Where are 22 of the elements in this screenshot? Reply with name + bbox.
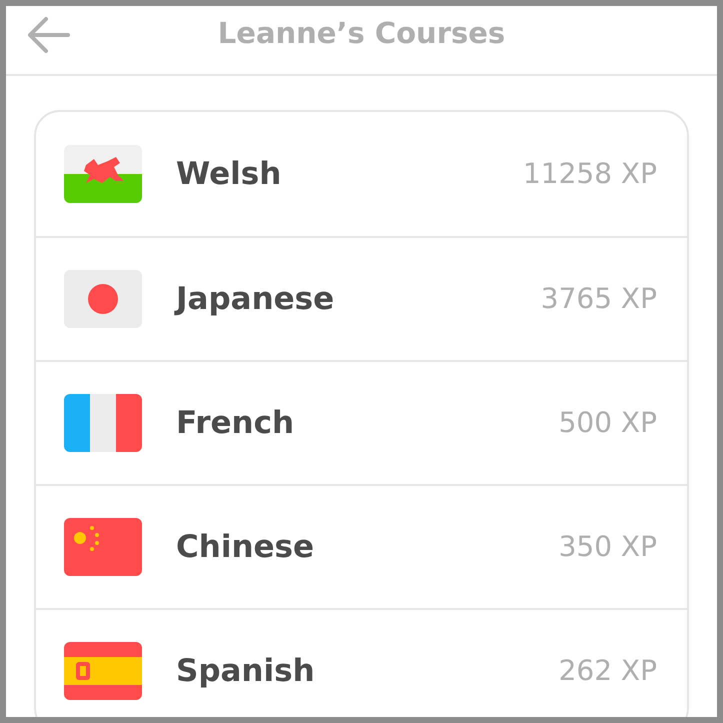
course-name: Spanish <box>176 652 316 691</box>
course-row[interactable]: Japanese 3765 XP <box>36 236 687 360</box>
course-name: French <box>176 404 296 443</box>
xp-count: 262 XP <box>558 653 658 689</box>
course-row[interactable]: Chinese 350 XP <box>36 484 687 608</box>
course-name: Japanese <box>176 280 336 319</box>
course-row[interactable]: French 500 XP <box>36 360 687 484</box>
page-title: Leanne’s Courses <box>218 15 506 52</box>
xp-count: 11258 XP <box>522 156 658 192</box>
back-arrow-icon[interactable] <box>26 16 70 54</box>
tricolor-flag-icon <box>64 394 142 452</box>
xp-count: 500 XP <box>558 405 658 441</box>
dragon-flag-icon <box>64 145 142 203</box>
star-flag-icon <box>64 518 142 576</box>
course-name: Welsh <box>176 154 282 194</box>
circle-flag-icon <box>64 270 142 328</box>
xp-count: 3765 XP <box>540 281 658 317</box>
course-row[interactable]: Welsh 11258 XP <box>36 112 687 236</box>
course-name: Chinese <box>176 528 316 567</box>
course-row[interactable]: Spanish 262 XP <box>36 608 687 717</box>
striped-flag-icon <box>64 642 142 700</box>
xp-count: 350 XP <box>558 529 658 565</box>
